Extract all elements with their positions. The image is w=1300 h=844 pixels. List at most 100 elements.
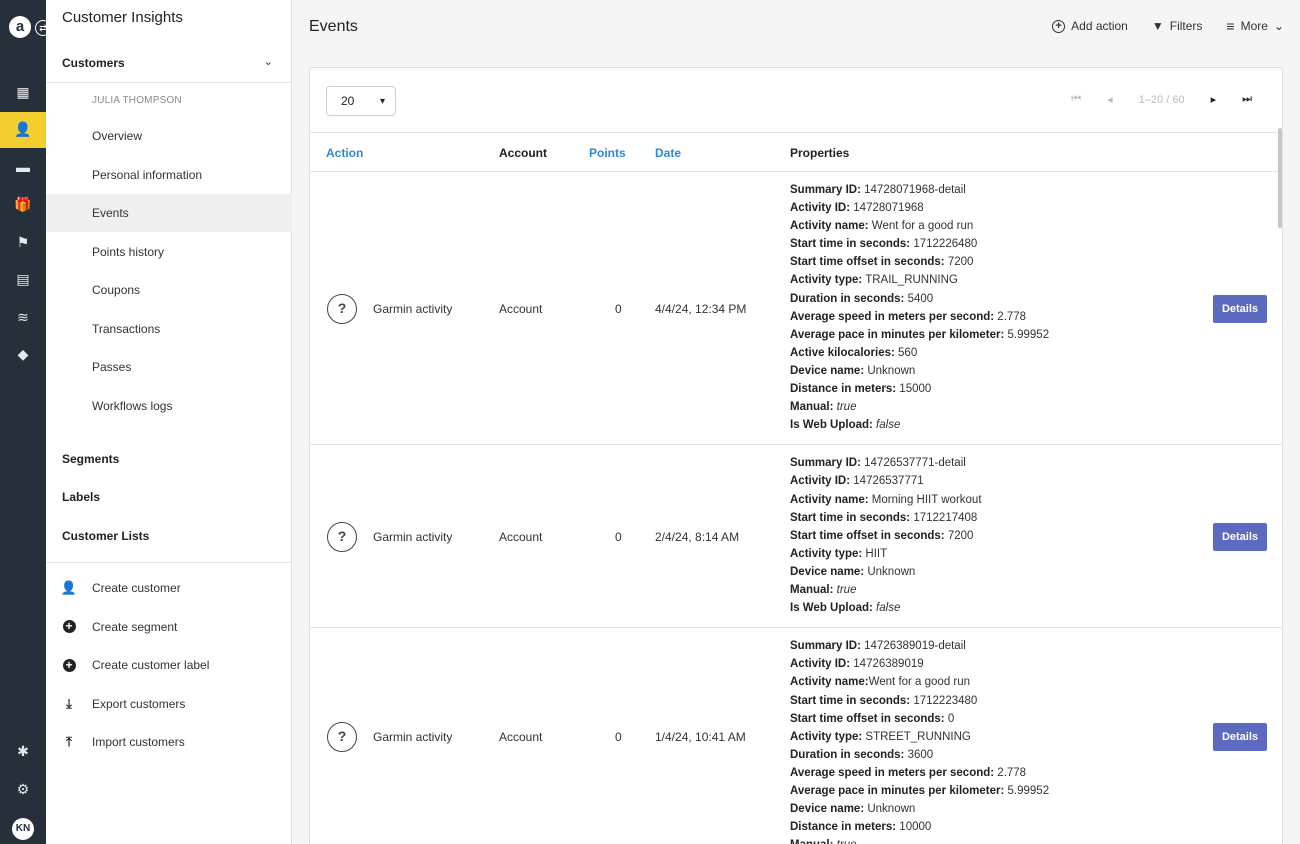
property-value: Went for a good run: [868, 676, 971, 689]
sidebar-item-overview[interactable]: Overview: [46, 117, 292, 155]
property-key: Start time offset in seconds:: [790, 529, 945, 542]
property-key: Active kilocalories:: [790, 346, 895, 359]
first-page-icon[interactable]: ⏮: [1071, 93, 1081, 106]
property-line: Summary ID: 14726389019-detail: [790, 637, 1049, 655]
sidebar-item-passes[interactable]: Passes: [46, 348, 292, 386]
avatar[interactable]: KN: [12, 818, 34, 840]
property-value: 14726537771: [850, 475, 924, 488]
action-label: Create segment: [92, 619, 178, 634]
property-key: Start time in seconds:: [790, 511, 911, 524]
column-date[interactable]: Date: [655, 146, 681, 160]
message-icon[interactable]: ▤: [0, 262, 46, 298]
chevron-down-icon: ▾: [379, 95, 385, 107]
dashboard-icon[interactable]: ▦: [0, 74, 46, 110]
export-customers-button[interactable]: ⤓ Export customers: [46, 685, 292, 723]
sidebar-item-events[interactable]: Events: [46, 194, 292, 232]
action-label: Create customer label: [92, 658, 210, 672]
property-key: Start time offset in seconds:: [790, 712, 945, 725]
property-key: Summary ID:: [790, 640, 861, 653]
property-line: Start time in seconds: 1712223480: [790, 692, 1049, 710]
property-value: 10000: [896, 821, 932, 834]
property-line: Average pace in minutes per kilometer: 5…: [790, 782, 1049, 800]
table-row: ? Garmin activity Account 0 4/4/24, 12:34 PM…: [310, 172, 1282, 446]
column-action[interactable]: Action: [326, 146, 363, 160]
prev-page-icon[interactable]: ◂: [1107, 93, 1113, 106]
property-value: STREET_RUNNING: [862, 730, 971, 743]
details-button[interactable]: Details: [1213, 522, 1267, 551]
property-line: Average speed in meters per second: 2.77…: [790, 764, 1049, 782]
property-line: Activity type: STREET_RUNNING: [790, 728, 1049, 746]
gift-icon[interactable]: 🎁: [0, 187, 46, 223]
properties-cell: Summary ID: 14728071968-detail Activity I…: [790, 181, 1049, 434]
property-value: 14728071968-detail: [860, 184, 966, 196]
chevron-down-icon[interactable]: ⌄: [264, 55, 273, 68]
properties-cell: Summary ID: 14726389019-detail Activity I…: [790, 637, 1049, 844]
property-line: Duration in seconds: 3600: [790, 746, 1049, 764]
customers-icon[interactable]: 👤: [0, 111, 46, 148]
sidebar-section-customers[interactable]: Customers: [62, 56, 125, 70]
property-key: Activity ID:: [790, 475, 851, 488]
app-logo[interactable]: a: [9, 16, 31, 38]
property-line: Is Web Upload: false: [790, 599, 982, 617]
help-icon: ?: [327, 721, 357, 752]
property-key: Activity type:: [790, 547, 863, 560]
filters-button[interactable]: ▼ Filters: [1152, 19, 1203, 33]
property-line: Average pace in minutes per kilometer: 5…: [790, 326, 1049, 344]
property-value: true: [833, 584, 857, 597]
plus-circle-icon: +: [62, 620, 76, 634]
sidebar-section-customer-lists[interactable]: Customer Lists: [62, 529, 149, 543]
property-value: 2.778: [994, 766, 1027, 779]
property-key: Duration in seconds:: [790, 748, 905, 761]
import-customers-button[interactable]: ⤒ Import customers: [46, 723, 292, 761]
waves-icon[interactable]: ≋: [0, 299, 46, 335]
property-line: Summary ID: 14728071968-detail: [790, 181, 1049, 199]
divider: [46, 82, 292, 83]
property-line: Activity type: TRAIL_RUNNING: [790, 271, 1049, 289]
property-value: Unknown: [864, 565, 916, 578]
details-button[interactable]: Details: [1213, 722, 1267, 751]
tag-icon[interactable]: ◆: [0, 337, 46, 373]
create-customer-button[interactable]: 👤 Create customer: [46, 569, 292, 607]
property-value: false: [872, 419, 901, 432]
more-button[interactable]: ≡ More ⌄: [1226, 18, 1284, 34]
property-line: Active kilocalories: 560: [790, 344, 1049, 362]
property-key: Manual:: [790, 584, 834, 597]
help-icon: ?: [327, 293, 357, 324]
action-label: Import customers: [92, 735, 185, 749]
property-key: Summary ID:: [790, 184, 861, 196]
property-key: Start time offset in seconds:: [790, 256, 945, 269]
table-row: ? Garmin activity Account 0 1/4/24, 10:41 AM…: [310, 628, 1282, 844]
sidebar-item-points-history[interactable]: Points history: [46, 233, 292, 271]
help-icon: ?: [327, 521, 357, 552]
next-page-icon[interactable]: ▸: [1211, 93, 1217, 106]
last-page-icon[interactable]: ⏭: [1242, 93, 1252, 106]
sidebar-item-personal-information[interactable]: Personal information: [46, 156, 292, 194]
scrollbar[interactable]: [1278, 128, 1282, 228]
column-points[interactable]: Points: [589, 146, 626, 160]
sidebar-section-segments[interactable]: Segments: [62, 452, 119, 466]
add-person-icon: 👤: [60, 580, 78, 595]
create-segment-button[interactable]: + Create segment: [46, 608, 292, 646]
property-key: Manual:: [790, 401, 834, 414]
create-customer-label-button[interactable]: + Create customer label: [46, 646, 292, 684]
gear-icon[interactable]: ⚙: [0, 771, 46, 807]
wallet-icon[interactable]: ▬: [0, 149, 46, 185]
divider: [46, 562, 292, 563]
property-line: Start time in seconds: 1712217408: [790, 509, 982, 527]
property-key: Average speed in meters per second:: [790, 766, 995, 779]
flag-icon[interactable]: ⚑: [0, 224, 46, 260]
page-size-select[interactable]: 20 ▾: [326, 86, 396, 116]
property-key: Average pace in minutes per kilometer:: [790, 328, 1005, 341]
property-key: Activity ID:: [790, 202, 851, 215]
chevron-down-icon: ⌄: [1273, 19, 1284, 33]
add-circle-icon: +: [1052, 19, 1066, 33]
details-button[interactable]: Details: [1213, 294, 1267, 323]
puzzle-icon[interactable]: ✱: [0, 733, 46, 769]
property-key: Activity type:: [790, 730, 863, 743]
sidebar-section-labels[interactable]: Labels: [62, 490, 100, 504]
sidebar-item-coupons[interactable]: Coupons: [46, 271, 292, 309]
sidebar-item-workflows-logs[interactable]: Workflows logs: [46, 387, 292, 425]
sidebar-item-transactions[interactable]: Transactions: [46, 310, 292, 348]
filter-icon: ▼: [1151, 19, 1164, 33]
add-action-button[interactable]: + Add action: [1052, 19, 1128, 33]
